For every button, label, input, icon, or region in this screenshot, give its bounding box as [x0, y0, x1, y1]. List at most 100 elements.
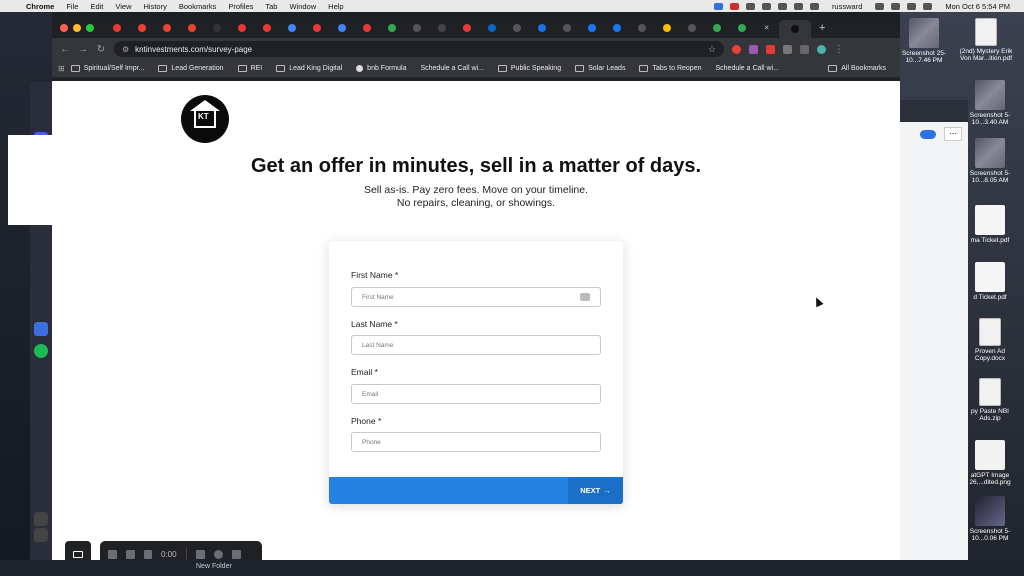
maximize-window-icon[interactable] — [86, 23, 94, 32]
desktop-file[interactable]: Proven Ad Copy.docx — [962, 318, 1018, 362]
browser-tab-active[interactable] — [779, 20, 811, 38]
grid-icon[interactable] — [195, 549, 205, 559]
bookmark-star-icon[interactable]: ☆ — [708, 44, 716, 55]
bookmark-link[interactable]: Schedule a Call wi... — [716, 65, 787, 72]
browser-tab[interactable] — [604, 20, 629, 35]
toggle-switch[interactable] — [920, 130, 936, 139]
browser-tab[interactable] — [104, 20, 129, 35]
extension-icon[interactable] — [766, 44, 775, 54]
wifi-icon[interactable] — [875, 2, 885, 10]
browser-tab[interactable] — [354, 20, 379, 35]
browser-tab[interactable] — [404, 20, 429, 35]
screen-record-icon[interactable] — [713, 2, 723, 10]
reload-icon[interactable]: ↻ — [96, 44, 106, 55]
last-name-field[interactable] — [351, 335, 601, 355]
menu-tab[interactable]: Tab — [259, 2, 283, 11]
autofill-key-icon[interactable] — [580, 293, 590, 301]
bookmark-link[interactable]: bnb Formula — [356, 65, 414, 72]
bookmark-folder[interactable]: Tabs to Reopen — [639, 65, 709, 72]
browser-tab[interactable] — [454, 20, 479, 35]
minimize-window-icon[interactable] — [73, 23, 81, 32]
recorder-camera-button[interactable] — [65, 541, 91, 560]
browser-tab[interactable] — [329, 20, 354, 35]
browser-tab[interactable] — [504, 20, 529, 35]
menu-view[interactable]: View — [109, 2, 137, 11]
browser-tab[interactable] — [254, 20, 279, 35]
phone-input[interactable] — [362, 438, 590, 446]
spotify-icon[interactable] — [34, 344, 48, 358]
apps-grid-icon[interactable]: ⊞ — [58, 64, 65, 73]
bookmark-link[interactable]: Schedule a Call wi... — [420, 65, 491, 72]
desktop-folder[interactable]: New Folder — [196, 563, 232, 570]
first-name-input[interactable] — [362, 293, 580, 301]
email-input[interactable] — [362, 390, 590, 398]
browser-tab[interactable] — [179, 20, 204, 35]
desktop-file[interactable]: (2nd) Mystery Erik Von Mar...ition.pdf — [958, 18, 1014, 62]
menu-profiles[interactable]: Profiles — [222, 2, 259, 11]
bookmark-folder[interactable]: REI — [237, 65, 271, 72]
email-field[interactable] — [351, 384, 601, 404]
side-panel-icon[interactable] — [800, 44, 809, 54]
menubar-user[interactable]: russward — [826, 2, 868, 11]
browser-tab[interactable] — [579, 20, 604, 35]
browser-tab[interactable] — [554, 20, 579, 35]
menu-history[interactable]: History — [138, 2, 173, 11]
browser-tab[interactable] — [379, 20, 404, 35]
bookmark-folder[interactable]: Solar Leads — [575, 65, 633, 72]
browser-tab[interactable] — [129, 20, 154, 35]
chrome-menu-icon[interactable]: ⋮ — [834, 44, 844, 55]
volume-icon[interactable] — [793, 2, 803, 10]
browser-tab[interactable] — [729, 20, 754, 35]
desktop-file[interactable]: Screenshot 5-10...8.05 AM — [962, 138, 1018, 184]
battery-icon[interactable] — [891, 2, 901, 10]
close-window-icon[interactable] — [60, 23, 68, 32]
browser-tab[interactable] — [204, 20, 229, 35]
site-info-icon[interactable]: ⚙ — [122, 45, 129, 54]
more-options-icon[interactable]: ⋯ — [944, 127, 962, 141]
browser-tab[interactable] — [654, 20, 679, 35]
last-name-input[interactable] — [362, 341, 590, 349]
desktop-file[interactable]: d Ticket.pdf — [962, 262, 1018, 301]
menu-window[interactable]: Window — [283, 2, 322, 11]
restart-icon[interactable] — [213, 549, 223, 559]
status-app-icon[interactable] — [761, 2, 771, 10]
menubar-clock[interactable]: Mon Oct 6 5:54 PM — [939, 2, 1016, 11]
browser-tab[interactable] — [429, 20, 454, 35]
tab-close-icon[interactable]: ✕ — [754, 20, 779, 35]
menu-help[interactable]: Help — [322, 2, 349, 11]
menu-edit[interactable]: Edit — [84, 2, 109, 11]
desktop-file[interactable]: Screenshot 5-10...3.40 AM — [962, 80, 1018, 126]
desktop-file[interactable]: ma Ticket.pdf — [962, 205, 1018, 244]
profile-avatar-icon[interactable] — [817, 44, 826, 54]
heart-icon[interactable] — [34, 512, 48, 526]
address-bar[interactable]: ⚙ kntinvestments.com/survey-page ☆ — [114, 41, 724, 57]
url-text[interactable]: kntinvestments.com/survey-page — [135, 45, 252, 54]
menu-app-name[interactable]: Chrome — [20, 2, 60, 11]
all-bookmarks-folder[interactable]: All Bookmarks — [828, 65, 894, 72]
browser-tab[interactable] — [154, 20, 179, 35]
play-icon[interactable] — [809, 2, 819, 10]
desktop-file[interactable]: Screenshot 25-10...7.46 PM — [896, 18, 952, 64]
new-tab-icon[interactable]: + — [819, 22, 825, 34]
search-icon[interactable] — [907, 2, 917, 10]
desktop-file[interactable]: Screenshot 5-10...0.06 PM — [962, 496, 1018, 542]
company-logo[interactable]: KT — [181, 95, 229, 143]
browser-tab[interactable] — [229, 20, 254, 35]
menu-bookmarks[interactable]: Bookmarks — [173, 2, 223, 11]
status-app-icon[interactable] — [729, 2, 739, 10]
extension-icon[interactable] — [749, 44, 758, 54]
browser-tab[interactable] — [704, 20, 729, 35]
bookmark-folder[interactable]: Lead King Digital — [276, 65, 350, 72]
browser-tab[interactable] — [479, 20, 504, 35]
next-button[interactable]: NEXT → — [568, 477, 623, 504]
menu-file[interactable]: File — [60, 2, 84, 11]
control-center-icon[interactable] — [923, 2, 933, 10]
status-app-icon[interactable] — [745, 2, 755, 10]
desktop-file[interactable]: atGPT Image 26,...dited.png — [962, 440, 1018, 486]
status-app-icon[interactable] — [777, 2, 787, 10]
desktop-file[interactable]: py Paste NBI Ads.zip — [962, 378, 1018, 422]
first-name-field[interactable] — [351, 287, 601, 307]
phone-field[interactable] — [351, 432, 601, 452]
trash-icon[interactable] — [231, 549, 241, 559]
bookmark-folder[interactable]: Public Speaking — [497, 65, 569, 72]
